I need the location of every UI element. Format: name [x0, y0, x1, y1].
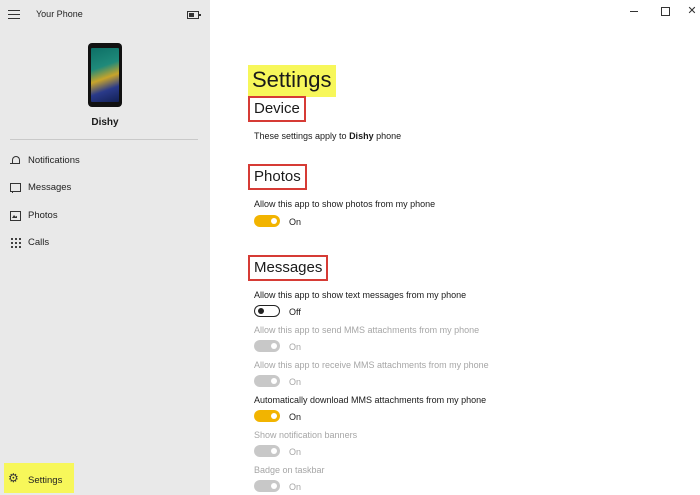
hamburger-menu-icon[interactable] — [8, 10, 20, 19]
battery-icon — [187, 11, 201, 19]
download-mms-toggle[interactable] — [254, 410, 280, 422]
photos-toggle[interactable] — [254, 215, 280, 227]
app-title: Your Phone — [36, 9, 83, 19]
photo-icon — [10, 210, 21, 221]
minimize-icon[interactable] — [627, 4, 641, 18]
text-messages-toggle-state: Off — [289, 307, 301, 317]
receive-mms-toggle-state: On — [289, 377, 302, 387]
notification-banners-toggle-state: On — [289, 447, 302, 457]
photos-section-header: Photos — [248, 164, 307, 190]
device-name: Dishy — [91, 117, 119, 128]
sidebar-item-label: Calls — [28, 237, 50, 248]
badge-taskbar-option-label: Badge on taskbar — [254, 465, 325, 475]
text-messages-option-label: Allow this app to show text messages fro… — [254, 290, 467, 300]
sidebar-divider — [10, 139, 198, 140]
sidebar-item-label: Settings — [28, 475, 63, 486]
device-section-header: Device — [248, 96, 306, 122]
sidebar-item-messages[interactable]: Messages — [0, 177, 210, 199]
sidebar: Your Phone Dishy Notifications Messages … — [0, 0, 210, 495]
sidebar-item-label: Photos — [28, 210, 58, 221]
dialpad-icon — [10, 237, 21, 248]
gear-icon: ⚙ — [8, 471, 19, 485]
sidebar-item-label: Notifications — [28, 155, 80, 166]
send-mms-toggle-state: On — [289, 342, 302, 352]
bell-icon — [10, 155, 21, 166]
notification-banners-toggle[interactable] — [254, 445, 280, 457]
receive-mms-option-label: Allow this app to receive MMS attachment… — [254, 360, 489, 370]
sidebar-item-label: Messages — [28, 182, 72, 193]
page-title: Settings — [248, 65, 336, 97]
notification-banners-option-label: Show notification banners — [254, 430, 358, 440]
sidebar-item-settings[interactable]: ⚙ Settings — [4, 463, 74, 493]
sidebar-item-notifications[interactable]: Notifications — [0, 150, 210, 172]
send-mms-toggle[interactable] — [254, 340, 280, 352]
badge-taskbar-toggle-state: On — [289, 482, 302, 492]
badge-taskbar-toggle[interactable] — [254, 480, 280, 492]
close-icon[interactable]: ✕ — [685, 4, 699, 18]
download-mms-toggle-state: On — [289, 412, 302, 422]
text-messages-toggle[interactable] — [254, 305, 280, 317]
phone-image — [88, 43, 122, 107]
device-description: These settings apply to Dishy phone — [254, 131, 402, 141]
message-icon — [10, 182, 21, 193]
photos-option-label: Allow this app to show photos from my ph… — [254, 199, 436, 209]
maximize-icon[interactable] — [658, 4, 672, 18]
sidebar-item-photos[interactable]: Photos — [0, 205, 210, 227]
messages-section-header: Messages — [248, 255, 329, 281]
sidebar-item-calls[interactable]: Calls — [0, 232, 210, 254]
photos-toggle-state: On — [289, 217, 302, 227]
send-mms-option-label: Allow this app to send MMS attachments f… — [254, 325, 480, 335]
phone-screen — [91, 48, 119, 102]
receive-mms-toggle[interactable] — [254, 375, 280, 387]
download-mms-option-label: Automatically download MMS attachments f… — [254, 395, 487, 405]
